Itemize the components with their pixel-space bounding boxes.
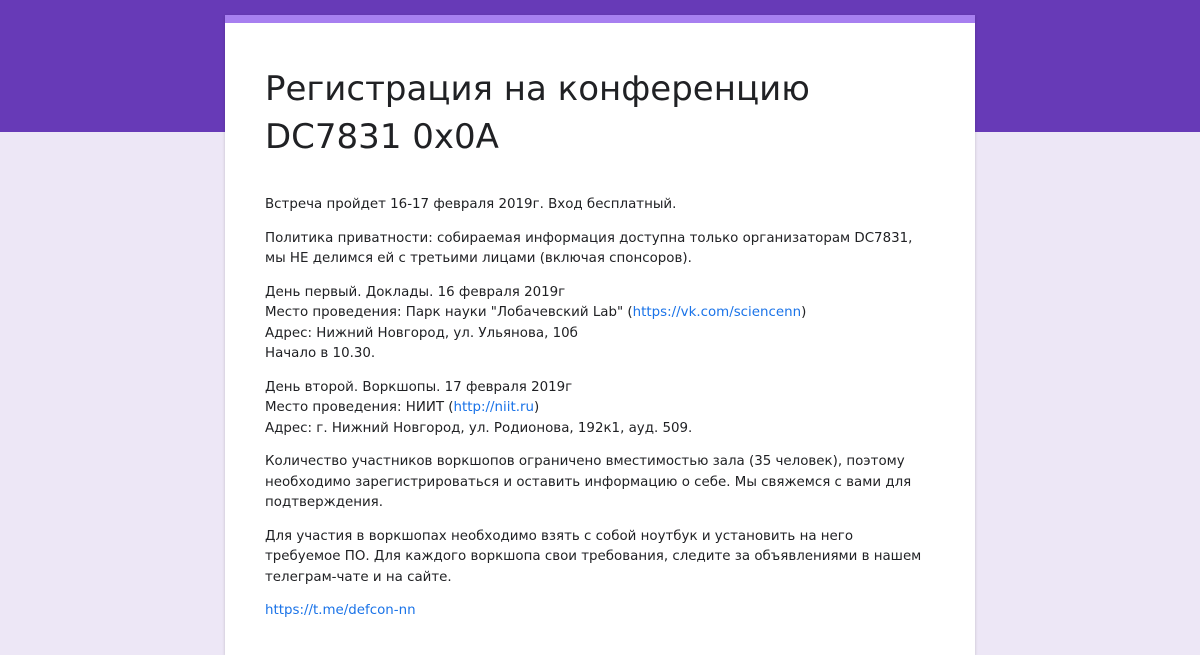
day2-venue-prefix: Место проведения: НИИТ (: [265, 400, 454, 415]
day2-heading: День второй. Воркшопы. 17 февраля 2019г: [265, 379, 573, 395]
telegram-link[interactable]: https://t.me/defcon-nn: [265, 603, 416, 618]
privacy-line1: Политика приватности: собираемая информа…: [265, 230, 913, 246]
day2-paragraph: День второй. Воркшопы. 17 февраля 2019г …: [265, 378, 955, 440]
day1-venue-suffix: ): [801, 305, 807, 320]
laptop-paragraph: Для участия в воркшопах необходимо взять…: [265, 527, 955, 589]
form-header-card: Регистрация на конференцию DC7831 0x0A В…: [225, 15, 975, 655]
day2-venue-link[interactable]: http://niit.ru: [454, 400, 534, 415]
form-title-line1: Регистрация на конференцию: [265, 69, 810, 109]
form-description: Встреча пройдет 16-17 февраля 2019г. Вхо…: [265, 195, 955, 635]
capacity-line3: подтверждения.: [265, 495, 383, 510]
day1-venue-link[interactable]: https://vk.com/sciencenn: [633, 305, 801, 320]
day1-start-time: Начало в 10.30.: [265, 346, 376, 361]
laptop-line3: телеграм-чате и на сайте.: [265, 569, 452, 585]
intro-text: Встреча пройдет 16-17 февраля 2019г. Вхо…: [265, 197, 677, 212]
card-accent-bar: [225, 15, 975, 23]
form-title: Регистрация на конференцию DC7831 0x0A: [265, 65, 935, 161]
day1-venue-prefix: Место проведения: Парк науки "Лобачевски…: [265, 305, 633, 320]
intro-paragraph: Встреча пройдет 16-17 февраля 2019г. Вхо…: [265, 195, 955, 216]
privacy-paragraph: Политика приватности: собираемая информа…: [265, 229, 955, 270]
form-title-line2: DC7831 0x0A: [265, 117, 499, 157]
laptop-line1: Для участия в воркшопах необходимо взять…: [265, 528, 854, 544]
capacity-line2: необходимо зарегистрироваться и оставить…: [265, 474, 912, 490]
day2-venue-suffix: ): [533, 400, 540, 415]
privacy-line2: мы НЕ делимся ей с третьими лицами (вклю…: [265, 251, 692, 266]
day1-heading: День первый. Доклады. 16 февраля 2019г: [265, 284, 566, 300]
capacity-line1: Количество участников воркшопов ограниче…: [265, 454, 905, 469]
links-paragraph: https://t.me/defcon-nn: [265, 601, 955, 622]
laptop-line2: требуемое ПО. Для каждого воркшопа свои …: [265, 549, 922, 564]
day2-address: Адрес: г. Нижний Новгород, ул. Родионова…: [265, 420, 693, 436]
day1-paragraph: День первый. Доклады. 16 февраля 2019г М…: [265, 283, 955, 365]
day1-address: Адрес: Нижний Новгород, ул. Ульянова, 10…: [265, 325, 578, 341]
capacity-paragraph: Количество участников воркшопов ограниче…: [265, 452, 955, 514]
